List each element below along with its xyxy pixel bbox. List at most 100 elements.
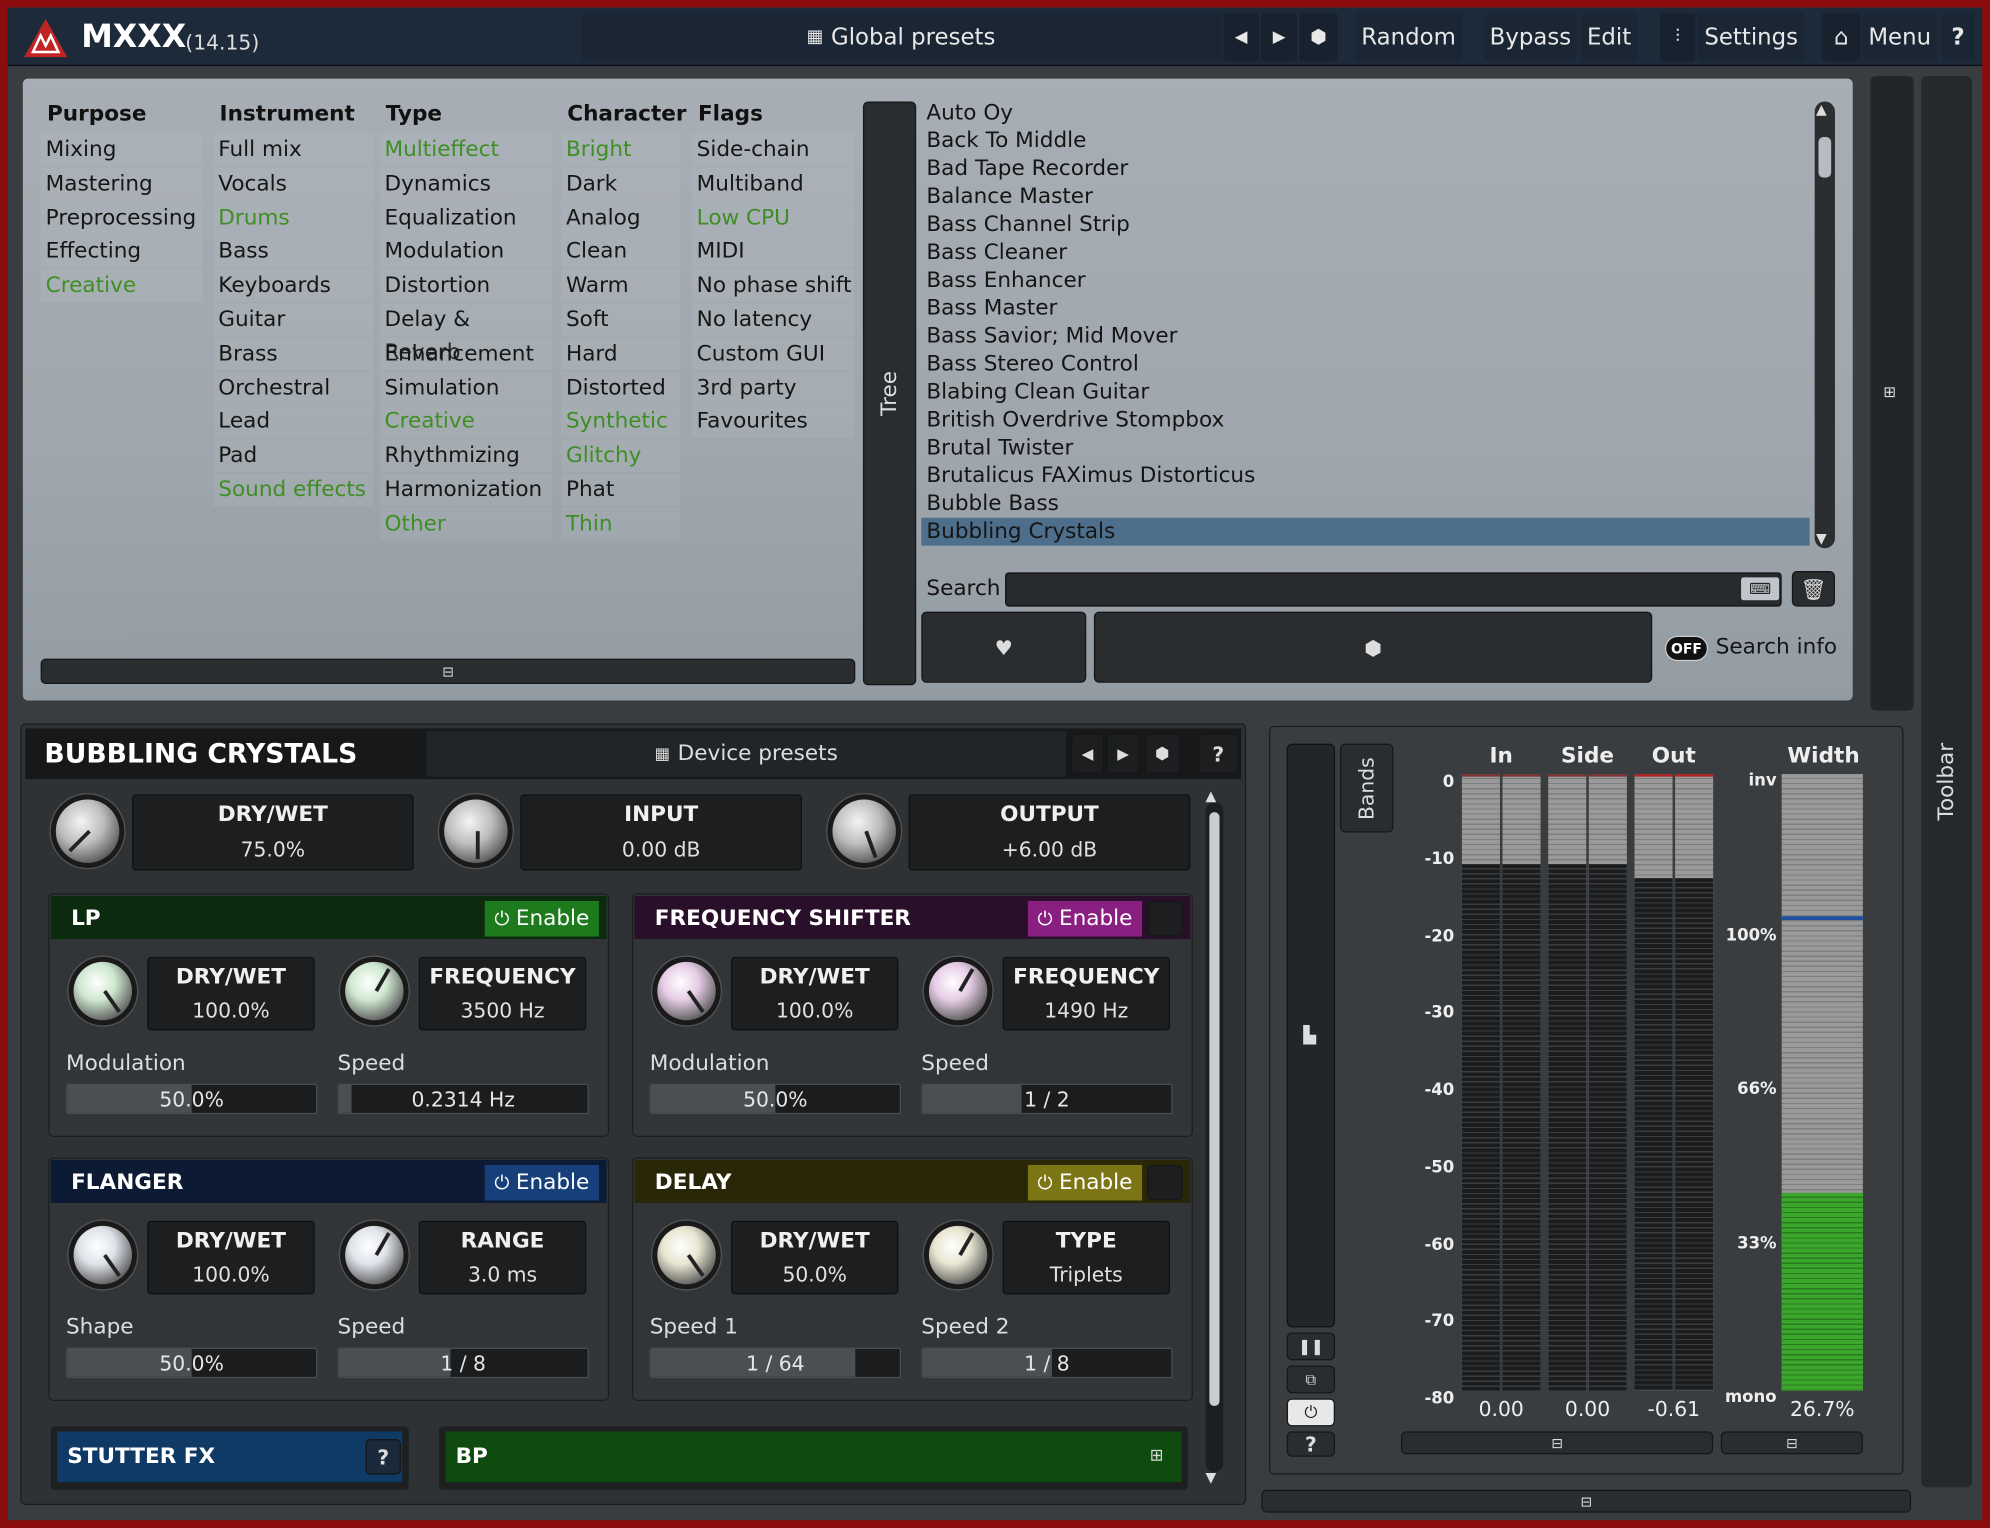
category-item[interactable]: 3rd party xyxy=(691,371,855,405)
preset-list-item[interactable]: Bass Enhancer xyxy=(921,266,1809,294)
category-item[interactable]: Mixing xyxy=(40,133,204,167)
knob[interactable] xyxy=(55,799,120,863)
preset-list-item[interactable]: Bubble Bass xyxy=(921,490,1809,518)
pause-button[interactable]: ❚❚ xyxy=(1286,1332,1335,1361)
category-item[interactable]: Synthetic xyxy=(560,405,681,439)
bypass-button[interactable]: Bypass xyxy=(1484,12,1577,61)
preset-list-item[interactable]: Bass Cleaner xyxy=(921,239,1809,267)
category-item[interactable]: Sound effects xyxy=(213,473,374,507)
category-item[interactable]: Full mix xyxy=(213,133,374,167)
knob[interactable] xyxy=(928,961,988,1021)
category-item[interactable]: Multieffect xyxy=(379,133,553,167)
category-item[interactable]: Orchestral xyxy=(213,371,374,405)
preset-list-item[interactable]: Bad Tape Recorder xyxy=(921,155,1809,183)
random-button[interactable]: Random xyxy=(1355,12,1462,61)
preset-list-scrollbar[interactable] xyxy=(1814,101,1835,549)
category-item[interactable]: Custom GUI xyxy=(691,337,855,371)
help-button[interactable]: ? xyxy=(1941,12,1975,61)
scroll-down-icon[interactable]: ▼ xyxy=(1206,1470,1217,1486)
device-random-button[interactable]: ⬢ xyxy=(1144,733,1181,775)
enable-button[interactable]: ⏻ Enable xyxy=(1027,1164,1143,1201)
module-expand-icon[interactable] xyxy=(1147,900,1183,937)
slider[interactable]: 50.0% xyxy=(649,1083,901,1115)
enable-button[interactable]: ⏻ Enable xyxy=(1027,900,1143,937)
random-dice-button[interactable]: ⬢ xyxy=(1299,12,1338,61)
toolbar-panel[interactable]: Toolbar xyxy=(1921,76,1973,1488)
category-item[interactable]: Effecting xyxy=(40,235,204,269)
category-item[interactable]: Delay & Reverb xyxy=(379,303,553,365)
category-item[interactable]: Dark xyxy=(560,167,681,201)
preset-list-item[interactable]: Bass Stereo Control xyxy=(921,350,1809,378)
slider[interactable]: 1 / 64 xyxy=(649,1347,901,1379)
category-item[interactable]: Bright xyxy=(560,133,681,167)
device-presets-button[interactable]: ▦ Device presets xyxy=(426,730,1066,777)
category-item[interactable]: No phase shift xyxy=(691,269,855,303)
category-item[interactable]: Dynamics xyxy=(379,167,553,201)
meter-help-button[interactable]: ? xyxy=(1286,1431,1335,1457)
preset-list-item[interactable]: Balance Master xyxy=(921,183,1809,211)
scroll-up-icon[interactable]: ▲ xyxy=(1816,102,1827,118)
preset-list-item[interactable]: Bass Channel Strip xyxy=(921,211,1809,239)
knob[interactable] xyxy=(657,961,716,1021)
category-item[interactable]: Lead xyxy=(213,405,374,439)
power-button[interactable]: ⏻ xyxy=(1286,1398,1335,1427)
bottom-collapse-button[interactable]: ⊟ xyxy=(1261,1489,1912,1513)
random-preset-button[interactable]: ⬢ xyxy=(1093,611,1653,683)
category-item[interactable]: Other xyxy=(379,507,553,541)
knob[interactable] xyxy=(928,1225,988,1285)
clear-search-button[interactable]: 🗑 xyxy=(1791,571,1835,607)
category-item[interactable]: Vocals xyxy=(213,167,374,201)
search-info-toggle[interactable]: OFF xyxy=(1664,635,1709,662)
category-item[interactable]: Enhancement xyxy=(379,337,553,371)
knob[interactable] xyxy=(345,961,404,1021)
device-help-button[interactable]: ? xyxy=(1197,733,1239,775)
category-item[interactable]: Bass xyxy=(213,235,374,269)
category-item[interactable]: Simulation xyxy=(379,371,553,405)
category-item[interactable]: Harmonization xyxy=(379,473,553,507)
bp-expand-icon[interactable]: ⊞ xyxy=(1150,1447,1164,1466)
knob[interactable] xyxy=(444,799,508,863)
category-item[interactable]: Rhythmizing xyxy=(379,439,553,473)
settings-button[interactable]: Settings xyxy=(1697,12,1805,61)
preset-list-item[interactable]: Bubbling Crystals xyxy=(921,517,1810,546)
preset-list-item[interactable]: Blabing Clean Guitar xyxy=(921,378,1809,406)
category-item[interactable]: Warm xyxy=(560,269,681,303)
bp-module[interactable]: BP xyxy=(445,1431,1182,1483)
global-presets-button[interactable]: ▦ Global presets xyxy=(581,12,1221,61)
stutter-fx-module[interactable]: STUTTER FX xyxy=(57,1431,403,1483)
slider[interactable]: 50.0% xyxy=(65,1083,318,1115)
slider[interactable]: 1 / 2 xyxy=(921,1083,1173,1115)
category-item[interactable]: Hard xyxy=(560,337,681,371)
settings-icon-button[interactable]: ⫶ xyxy=(1659,12,1696,61)
scrollbar-thumb[interactable] xyxy=(1818,137,1832,178)
category-item[interactable]: MIDI xyxy=(691,235,855,269)
stutter-fx-help-button[interactable]: ? xyxy=(365,1439,402,1475)
category-item[interactable]: Modulation xyxy=(379,235,553,269)
category-item[interactable]: Preprocessing xyxy=(40,201,204,235)
slider[interactable]: 0.2314 Hz xyxy=(337,1083,589,1115)
tree-button[interactable]: Tree xyxy=(862,101,917,686)
search-input[interactable] xyxy=(1005,572,1782,607)
category-item[interactable]: No latency xyxy=(691,303,855,337)
category-item[interactable]: Distorted xyxy=(560,371,681,405)
enable-button[interactable]: ⏻ Enable xyxy=(484,1164,599,1201)
popout-button[interactable]: ⧉ xyxy=(1286,1365,1335,1394)
category-item[interactable]: Phat xyxy=(560,473,681,507)
browser-collapse-button[interactable]: ⊟ xyxy=(40,658,856,684)
device-scrollbar-thumb[interactable] xyxy=(1209,812,1220,1407)
knob[interactable] xyxy=(345,1225,404,1285)
category-item[interactable]: Multiband xyxy=(691,167,855,201)
knob[interactable] xyxy=(657,1225,716,1285)
home-button[interactable]: ⌂ xyxy=(1822,12,1861,61)
category-item[interactable]: Low CPU xyxy=(691,201,855,235)
preset-list-item[interactable]: Brutal Twister xyxy=(921,434,1809,462)
keyboard-icon[interactable]: ⌨ xyxy=(1741,577,1780,601)
enable-button[interactable]: ⏻ Enable xyxy=(484,900,599,937)
browser-side-panel[interactable]: ⊞ xyxy=(1870,76,1914,711)
category-item[interactable]: Creative xyxy=(40,269,204,303)
preset-list-item[interactable]: Brutalicus FAXimus Distorticus xyxy=(921,462,1809,490)
favourite-button[interactable]: ♥ xyxy=(921,611,1087,683)
edit-button[interactable]: Edit xyxy=(1581,12,1638,61)
category-item[interactable]: Keyboards xyxy=(213,269,374,303)
slider[interactable]: 1 / 8 xyxy=(337,1347,589,1379)
